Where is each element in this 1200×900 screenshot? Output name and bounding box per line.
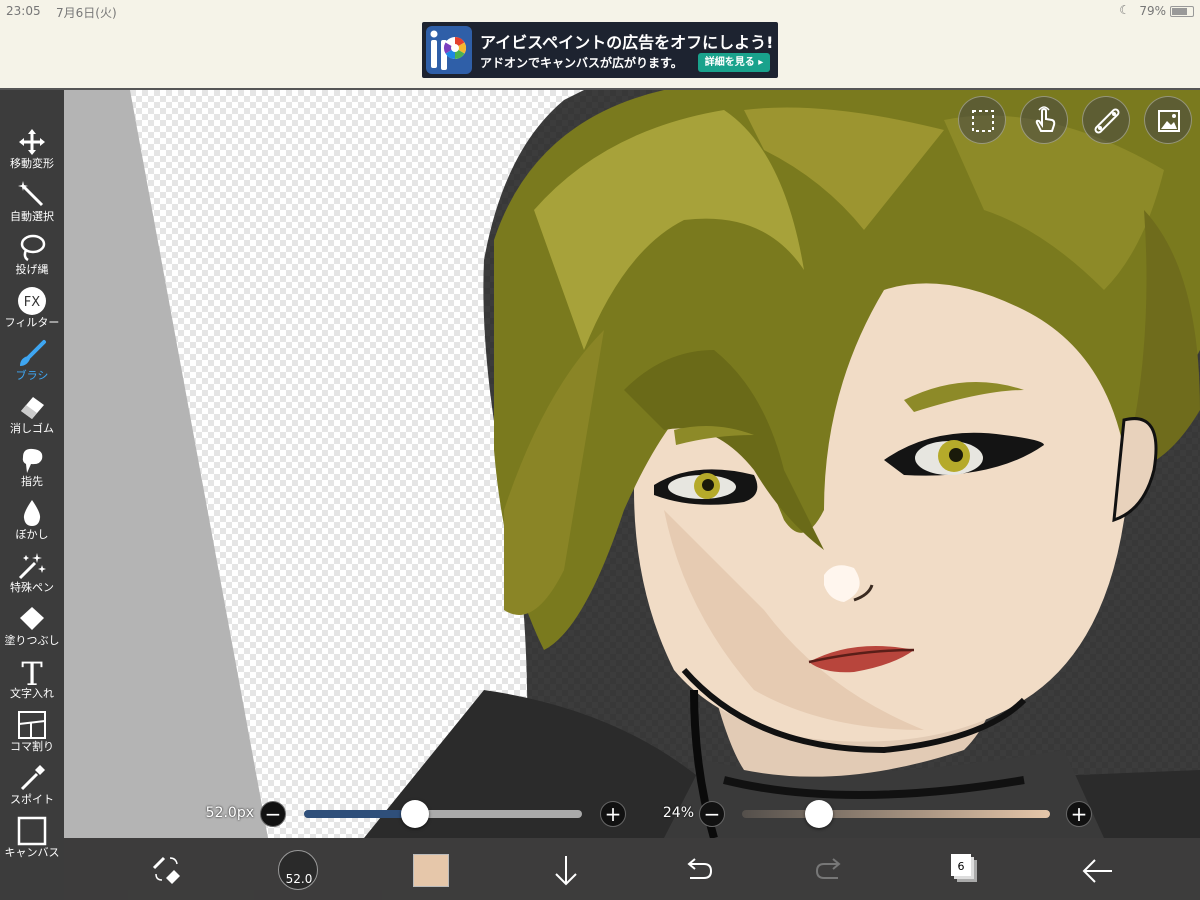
tool-label: 自動選択 [10, 210, 54, 223]
svg-text:T: T [21, 657, 43, 687]
smudge-icon [22, 448, 43, 473]
opacity-decrease-button[interactable]: − [699, 801, 725, 827]
undo-icon [687, 858, 713, 879]
tool-frame-divider[interactable]: コマ割り [0, 707, 64, 760]
tool-lasso[interactable]: 投げ縄 [0, 230, 64, 283]
opacity-increase-button[interactable]: + [1066, 801, 1092, 827]
tool-label: ぼかし [15, 528, 49, 541]
selection-button[interactable] [958, 96, 1006, 144]
brush-size-slider-thumb[interactable] [401, 800, 430, 828]
tool-move-transform[interactable]: 移動変形 [0, 124, 64, 177]
tool-eraser[interactable]: 消しゴム [0, 389, 64, 442]
eraser-icon [21, 397, 44, 419]
back-button[interactable] [1076, 838, 1120, 900]
brush-icon [20, 340, 46, 366]
frame-divider-icon [18, 711, 46, 739]
tool-filter[interactable]: FX フィルター [0, 283, 64, 336]
ad-subtitle: アドオンでキャンバスが広がります。 [480, 56, 683, 70]
opacity-slider-thumb[interactable] [805, 800, 833, 828]
brush-size-slider-fill [304, 810, 416, 818]
battery-icon [1170, 6, 1194, 17]
tool-sidebar: 移動変形 自動選択 投げ縄 FX フィルター ブラシ 消しゴム 指先 ぼかし 特… [0, 90, 64, 900]
tool-blur[interactable]: ぼかし [0, 495, 64, 548]
brush-eraser-swap-icon [152, 856, 180, 884]
hand-touch-icon [1035, 106, 1056, 132]
layers-button[interactable]: 6 [944, 838, 984, 900]
eyedropper-icon [20, 765, 45, 791]
tool-text[interactable]: T 文字入れ [0, 654, 64, 707]
redo-icon [815, 858, 841, 879]
ad-title: アイビスペイントの広告をオフにしよう! [480, 33, 774, 52]
layer-count: 6 [957, 860, 965, 873]
lasso-icon [20, 234, 46, 262]
tool-fill[interactable]: 塗りつぶし [0, 601, 64, 654]
bottom-toolbar: 52.0 6 [64, 838, 1200, 900]
svg-text:FX: FX [24, 295, 40, 310]
status-time: 23:05 [6, 4, 41, 18]
tool-eyedropper[interactable]: スポイト [0, 760, 64, 813]
opacity-slider[interactable] [742, 810, 1050, 818]
tool-label: コマ割り [10, 740, 54, 753]
ibispaint-logo-icon [426, 26, 472, 74]
brush-size-increase-button[interactable]: + [600, 801, 626, 827]
opacity-label: 24% [662, 805, 694, 821]
selection-icon [972, 110, 994, 132]
magic-wand-icon [18, 181, 44, 207]
color-picker-button[interactable] [413, 854, 449, 887]
battery-percent: 79% [1139, 4, 1166, 18]
redo-button[interactable] [810, 838, 850, 900]
reference-window-button[interactable] [1144, 96, 1192, 144]
brush-size-preview-value: 52.0 [285, 872, 313, 886]
brush-size-label: 52.0px [205, 805, 254, 821]
hand-touch-button[interactable] [1020, 96, 1068, 144]
tool-special-pen[interactable]: 特殊ペン [0, 548, 64, 601]
ruler-icon [1094, 108, 1120, 134]
tool-smudge[interactable]: 指先 [0, 442, 64, 495]
text-icon: T [21, 657, 43, 687]
tool-label: 特殊ペン [10, 581, 54, 594]
tool-label: スポイト [10, 793, 54, 806]
tool-label: 消しゴム [10, 422, 54, 435]
tool-canvas[interactable]: キャンバス [0, 813, 64, 866]
brush-size-decrease-button[interactable]: − [260, 801, 286, 827]
fx-icon: FX [18, 287, 46, 315]
download-layer-button[interactable] [546, 838, 586, 900]
tool-label: 塗りつぶし [4, 634, 60, 647]
tool-label: 指先 [21, 475, 43, 488]
reference-window-icon [1158, 110, 1180, 132]
do-not-disturb-icon: ☾ [1119, 3, 1130, 17]
undo-button[interactable] [678, 838, 718, 900]
status-bar: 23:05 7月6日(火) ☾ 79% [0, 0, 1200, 22]
arrow-down-icon [555, 856, 577, 886]
tool-label: 投げ縄 [15, 263, 49, 276]
status-date: 7月6日(火) [56, 6, 117, 20]
arrow-left-icon [1082, 859, 1112, 883]
tool-label: フィルター [4, 316, 60, 329]
canvas-icon [17, 816, 47, 846]
ruler-button[interactable] [1082, 96, 1130, 144]
tool-brush[interactable]: ブラシ [0, 336, 64, 389]
fill-bucket-icon [20, 607, 44, 630]
tool-label: ブラシ [15, 369, 49, 382]
blur-drop-icon [23, 500, 41, 526]
drawing-canvas[interactable] [64, 90, 1200, 838]
tool-label: 文字入れ [10, 687, 54, 700]
tool-label: 移動変形 [10, 157, 54, 170]
special-pen-icon [18, 553, 46, 580]
artwork [64, 90, 1200, 838]
ad-details-button[interactable]: 詳細を見る ▸ [698, 53, 770, 72]
brush-size-preview-button[interactable]: 52.0 [278, 850, 318, 890]
swap-brush-eraser-button[interactable] [144, 838, 188, 900]
tool-magic-wand[interactable]: 自動選択 [0, 177, 64, 230]
move-icon [19, 129, 45, 155]
tool-label: キャンバス [4, 846, 60, 859]
ad-banner[interactable]: アイビスペイントの広告をオフにしよう! アドオンでキャンバスが広がります。 詳細… [422, 22, 778, 78]
